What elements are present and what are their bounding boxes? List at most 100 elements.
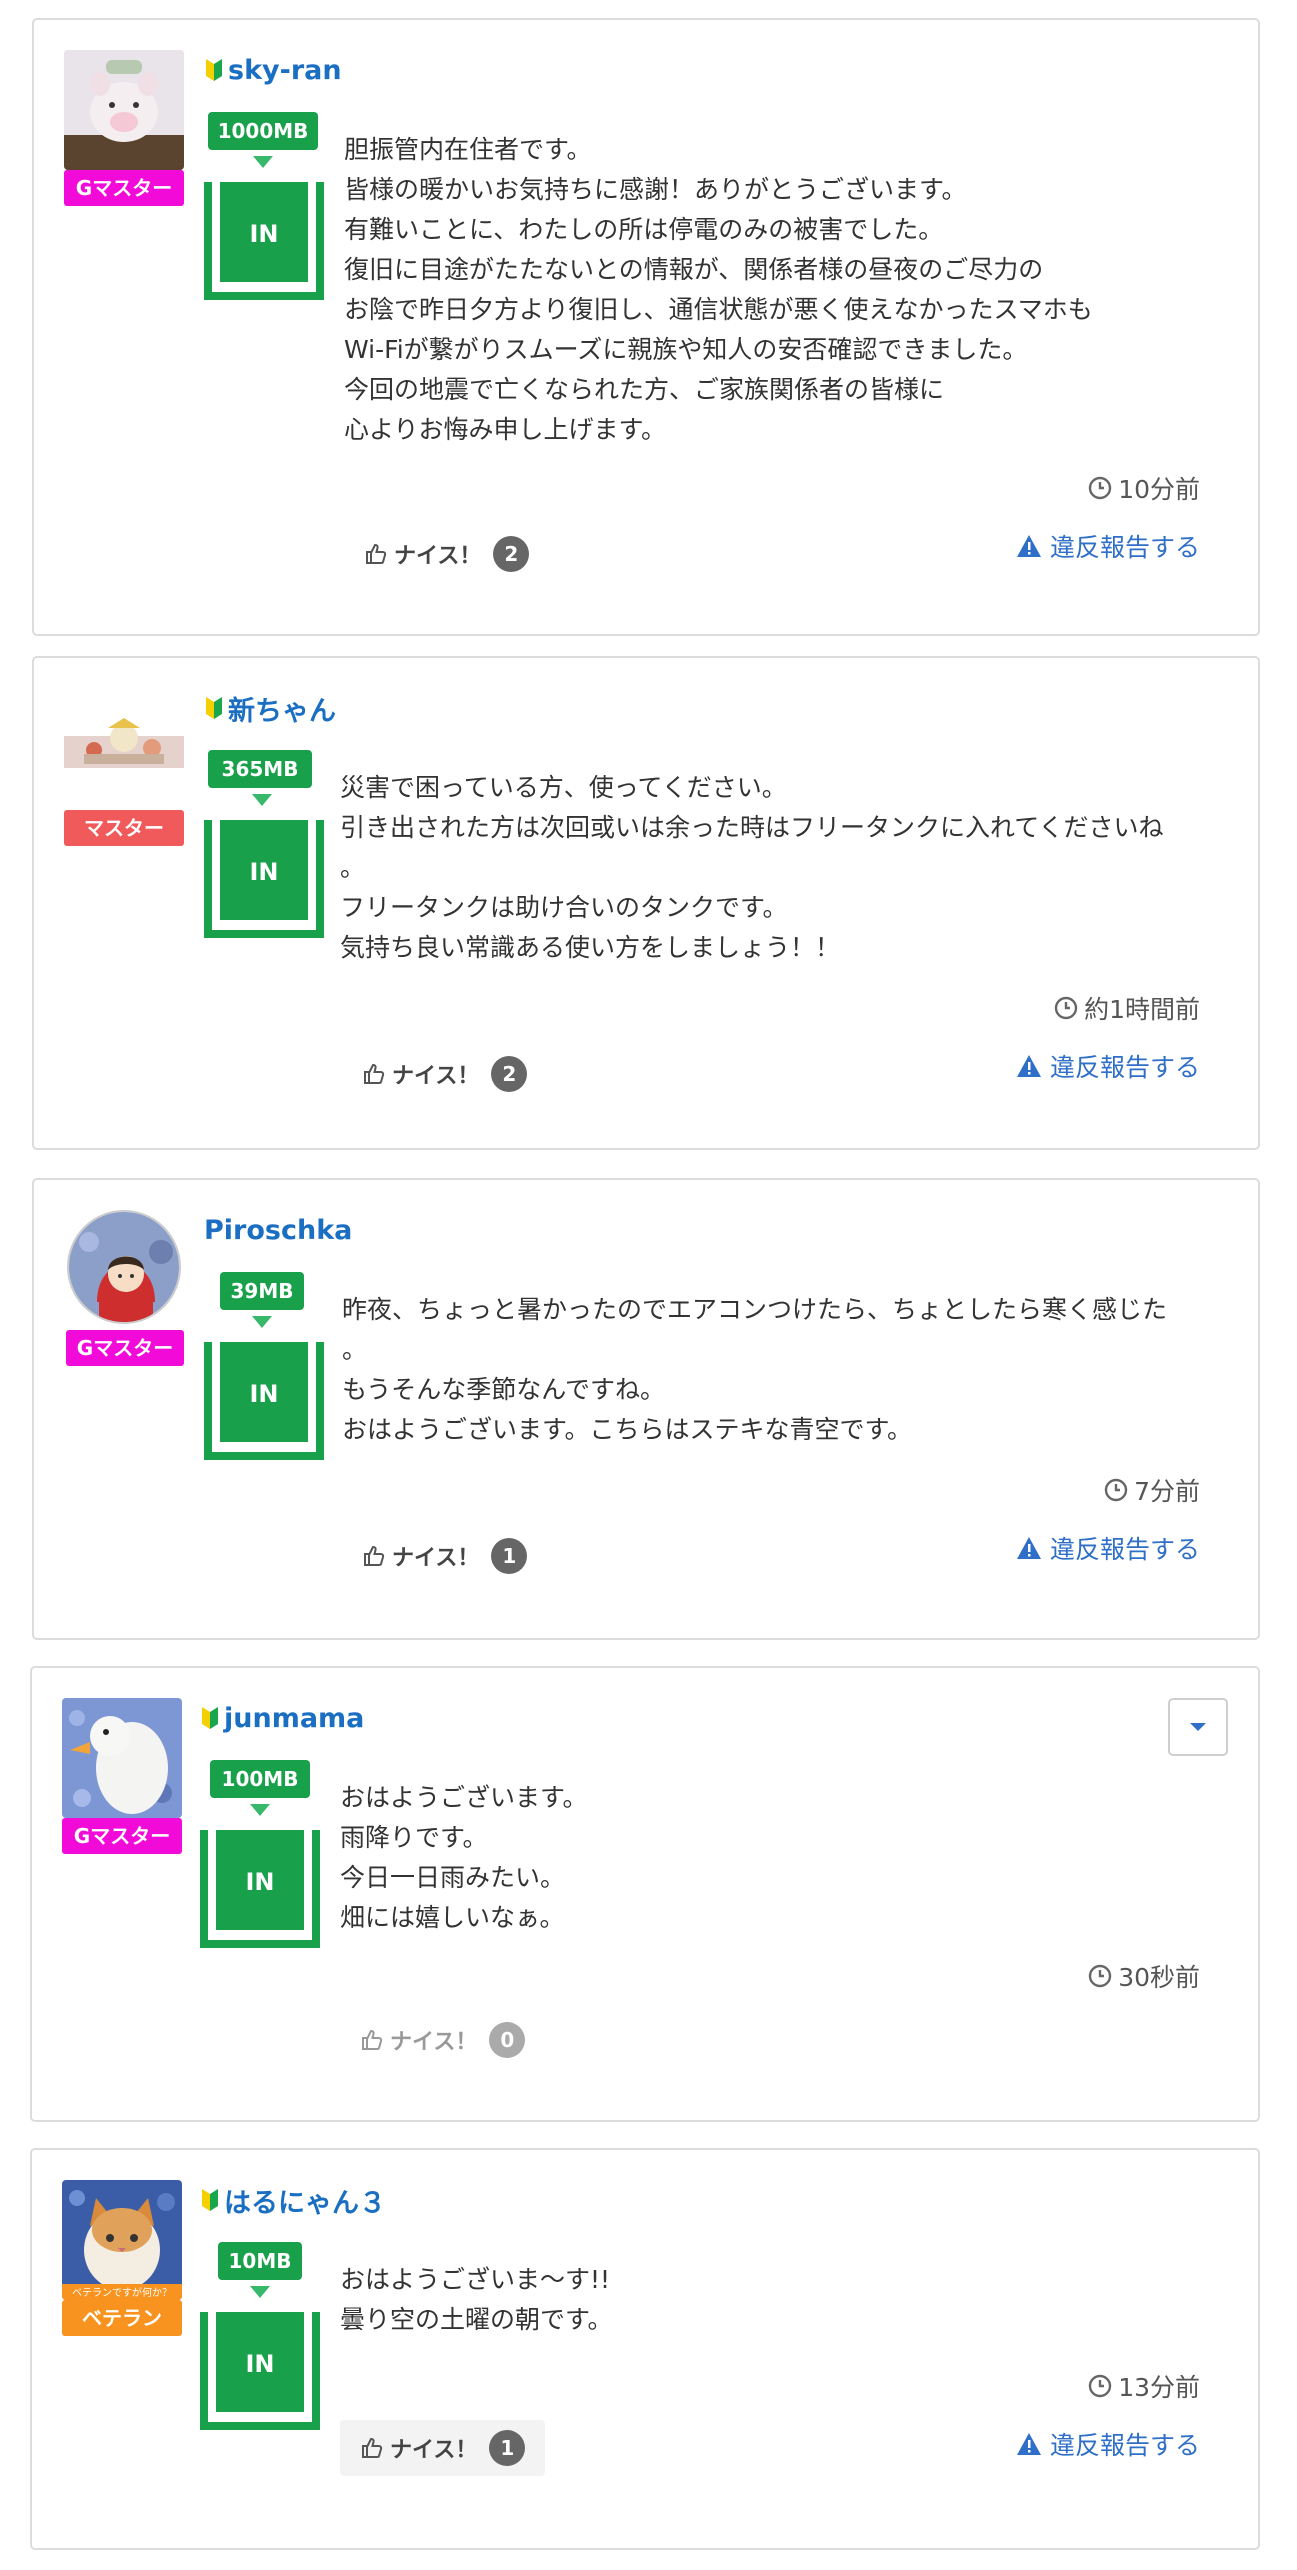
report-link[interactable]: 違反報告する <box>1016 1048 1200 1084</box>
post-body: 災害で困っている方、使ってください。 引き出された方は次回或いは余った時はフリー… <box>340 773 1164 962</box>
cat-image: ベテランですが何か？ <box>62 2180 182 2300</box>
time-text: 30秒前 <box>1118 1963 1200 1992</box>
user-name-row: junmama <box>200 1698 364 1738</box>
clock-icon <box>1104 1478 1128 1502</box>
warning-icon <box>1016 1537 1041 1559</box>
user-name-row: はるにゃん３ <box>200 2180 386 2220</box>
nice-button[interactable]: ナイス！ 1 <box>342 1528 547 1584</box>
warning-icon <box>1016 1055 1041 1077</box>
avatar[interactable]: ベテランですが何か？ <box>62 2180 182 2300</box>
warning-icon <box>1016 2433 1041 2455</box>
post-time: 10分前 <box>1088 470 1200 506</box>
report-label: 違反報告する <box>1049 2431 1200 2460</box>
rank-badge: ベテラン <box>62 2300 182 2336</box>
mb-badge: 1000MB <box>208 112 318 150</box>
nice-count-badge: 2 <box>493 536 530 572</box>
nice-label: ナイス！ <box>392 1064 480 1089</box>
post-card: ベテランですが何か？ ベテラン はるにゃん３ 10MB IN おはようございま〜… <box>30 2148 1260 2550</box>
post-card: Gマスター Piroschka 39MB IN 昨夜、ちょっと暑かったのでエアコ… <box>32 1178 1260 1640</box>
time-text: 10分前 <box>1118 475 1200 504</box>
tank-in-label: IN <box>245 1868 274 1896</box>
username-link[interactable]: 新ちゃん <box>228 689 336 728</box>
time-text: 13分前 <box>1118 2373 1200 2402</box>
nice-count-badge: 0 <box>489 2022 526 2058</box>
nice-label: ナイス！ <box>390 2438 478 2463</box>
beginner-mark-icon <box>206 697 222 719</box>
clock-icon <box>1088 476 1112 500</box>
nice-button[interactable]: ナイス！ 2 <box>342 1046 547 1102</box>
post-body: おはようございます。 雨降りです。 今日一日雨みたい。 畑には嬉しいなぁ。 <box>340 1783 588 1932</box>
rank-badge: Gマスター <box>62 1818 182 1854</box>
tank-in-label: IN <box>249 220 278 248</box>
tank-in-icon: IN <box>200 1830 320 1948</box>
tank-in-icon: IN <box>204 820 324 938</box>
tank-in-label: IN <box>249 858 278 886</box>
warning-icon <box>1016 535 1041 557</box>
post-time: 7分前 <box>1104 1472 1200 1508</box>
avatar[interactable] <box>62 1698 182 1818</box>
avatar-caption: ベテランですが何か？ <box>72 2286 172 2299</box>
post-options-dropdown[interactable] <box>1168 1698 1228 1756</box>
report-label: 違反報告する <box>1049 533 1200 562</box>
red-hood-girl-image <box>69 1212 179 1322</box>
nice-button[interactable]: ナイス！ 2 <box>344 526 549 582</box>
post-time: 13分前 <box>1088 2368 1200 2404</box>
user-name-row: Piroschka <box>204 1210 352 1250</box>
username-link[interactable]: はるにゃん３ <box>224 2181 386 2220</box>
report-label: 違反報告する <box>1049 1053 1200 1082</box>
post-body: おはようございま〜す!! 曇り空の土曜の朝です。 <box>340 2265 613 2334</box>
arrow-down-icon <box>252 794 272 806</box>
clock-icon <box>1088 1964 1112 1988</box>
nice-button[interactable]: ナイス！ 1 <box>340 2420 546 2476</box>
arrow-down-icon <box>250 1804 270 1816</box>
arrow-down-icon <box>252 1316 272 1328</box>
tank-in-label: IN <box>245 2350 274 2378</box>
thumbs-up-icon <box>362 2437 383 2458</box>
clock-icon <box>1088 2374 1112 2398</box>
avatar[interactable] <box>64 688 184 808</box>
rank-badge: マスター <box>64 810 184 846</box>
clock-icon <box>1054 996 1078 1020</box>
rank-badge: Gマスター <box>66 1330 184 1366</box>
report-link[interactable]: 違反報告する <box>1016 2426 1200 2462</box>
username-link[interactable]: junmama <box>224 1703 364 1734</box>
pig-plush-image <box>64 50 184 170</box>
post-body: 胆振管内在住者です。 皆様の暖かいお気持ちに感謝！ありがとうございます。 有難い… <box>344 135 1093 444</box>
mb-badge: 100MB <box>210 1760 310 1798</box>
nice-count-badge: 1 <box>491 1538 528 1574</box>
nice-button[interactable]: ナイス！ 0 <box>340 2012 545 2068</box>
thumbs-up-icon <box>362 2029 383 2050</box>
arrow-down-icon <box>250 2286 270 2298</box>
tank-in-icon: IN <box>204 1342 324 1460</box>
caret-down-icon <box>1190 1723 1206 1731</box>
rank-badge: Gマスター <box>64 170 184 206</box>
arrow-down-icon <box>253 156 273 168</box>
tank-in-icon: IN <box>200 2312 320 2430</box>
post-card: Gマスター sky-ran 1000MB IN 胆振管内在住者です。 皆様の暖か… <box>32 18 1260 636</box>
duck-flowers-image <box>62 1698 182 1818</box>
thumbs-up-icon <box>364 1063 385 1084</box>
thumbs-up-icon <box>364 1545 385 1566</box>
username-link[interactable]: sky-ran <box>228 55 342 86</box>
avatar[interactable] <box>64 50 184 170</box>
tank-in-icon: IN <box>204 182 324 300</box>
username-link[interactable]: Piroschka <box>204 1215 352 1246</box>
tank-in-label: IN <box>249 1380 278 1408</box>
post-card: Gマスター junmama 100MB IN おはようございます。 雨降りです。… <box>30 1666 1260 2122</box>
post-time: 30秒前 <box>1088 1958 1200 1994</box>
mb-badge: 365MB <box>208 750 312 788</box>
avatar[interactable] <box>67 1210 181 1324</box>
nice-count-badge: 2 <box>491 1056 528 1092</box>
report-link[interactable]: 違反報告する <box>1016 1530 1200 1566</box>
report-label: 違反報告する <box>1049 1535 1200 1564</box>
nice-label: ナイス！ <box>390 2030 478 2055</box>
time-text: 約1時間前 <box>1084 995 1200 1024</box>
thumbs-up-icon <box>366 543 387 564</box>
flower-decoration-image <box>64 688 184 808</box>
post-time: 約1時間前 <box>1054 990 1200 1026</box>
report-link[interactable]: 違反報告する <box>1016 528 1200 564</box>
user-name-row: 新ちゃん <box>204 688 336 728</box>
post-card: マスター 新ちゃん 365MB IN 災害で困っている方、使ってください。 引き… <box>32 656 1260 1150</box>
post-body: 昨夜、ちょっと暑かったのでエアコンつけたら、ちょとしたら寒く感じた 。 もうそん… <box>342 1295 1168 1444</box>
beginner-mark-icon <box>206 59 222 81</box>
